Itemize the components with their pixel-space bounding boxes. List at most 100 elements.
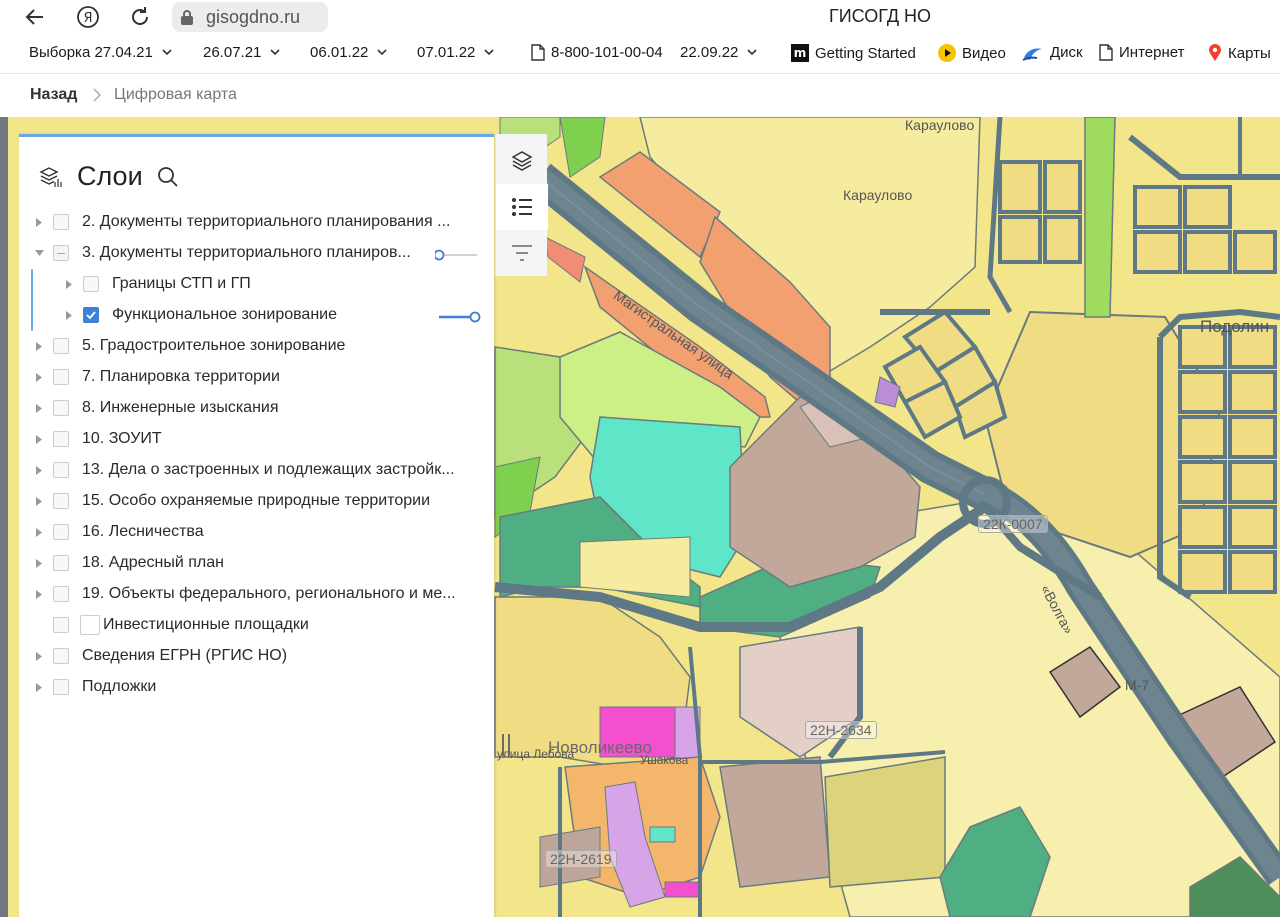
address-bar[interactable]: gisogdno.ru (172, 2, 328, 32)
bookmark-label: 06.01.22 (310, 44, 369, 61)
layer-checkbox[interactable] (83, 276, 99, 292)
bookmark-getting-started[interactable]: m Getting Started (782, 44, 916, 62)
bookmark-label: 8-800-101-00-04 (551, 44, 663, 61)
chevron-down-icon (162, 49, 172, 56)
layer-row[interactable]: 19. Объекты федерального, регионального … (19, 579, 494, 610)
bookmark-internet[interactable]: Интернет (1090, 44, 1184, 61)
svg-text:m: m (794, 46, 807, 60)
layer-checkbox[interactable] (53, 400, 69, 416)
opacity-slider[interactable] (433, 248, 481, 261)
layer-row[interactable]: 7. Планировка территории (19, 362, 494, 393)
bookmark-phone[interactable]: 8-800-101-00-04 (522, 44, 663, 61)
bookmark-label: Getting Started (815, 44, 916, 62)
bookmark-folder-2[interactable]: 26.07.21 (203, 44, 280, 61)
layer-label: Инвестиционные площадки (103, 616, 309, 633)
caret-right-icon[interactable] (34, 589, 44, 599)
layer-checkbox[interactable] (53, 431, 69, 447)
caret-right-icon[interactable] (64, 310, 74, 320)
breadcrumb-current: Цифровая карта (114, 86, 237, 103)
bookmark-label: 22.09.22 (680, 44, 739, 61)
road-badge-22n2634: 22Н-2634 (805, 721, 877, 739)
map-label-ushakova: Ушакова (640, 753, 689, 767)
layer-checkbox[interactable] (83, 307, 99, 323)
svg-text:Я: Я (83, 11, 92, 26)
layer-row[interactable]: Сведения ЕГРН (РГИС НО) (19, 641, 494, 672)
caret-right-icon[interactable] (34, 527, 44, 537)
layer-label: 13. Дела о застроенных и подлежащих заст… (82, 461, 455, 478)
layer-checkbox[interactable] (53, 462, 69, 478)
caret-right-icon[interactable] (34, 341, 44, 351)
panel-header: Слои (39, 161, 179, 192)
bookmark-video[interactable]: Видео (929, 44, 1006, 62)
layer-row[interactable]: 10. ЗОУИТ (19, 424, 494, 455)
layer-row[interactable]: 8. Инженерные изыскания (19, 393, 494, 424)
layer-label: 7. Планировка территории (82, 368, 280, 385)
breadcrumb: Назад Цифровая карта (0, 75, 1280, 117)
layer-row[interactable]: 13. Дела о застроенных и подлежащих заст… (19, 455, 494, 486)
layer-checkbox[interactable] (53, 648, 69, 664)
legend-tab-button[interactable] (496, 184, 548, 230)
caret-down-icon[interactable] (34, 248, 44, 258)
layer-row[interactable]: 2. Документы территориального планирован… (19, 207, 494, 238)
bookmark-label: 26.07.21 (203, 44, 262, 61)
caret-right-icon[interactable] (34, 496, 44, 506)
breadcrumb-back-link[interactable]: Назад (30, 86, 77, 104)
opacity-slider[interactable] (435, 310, 481, 323)
bookmark-disk[interactable]: Диск (1013, 44, 1083, 61)
caret-right-icon[interactable] (64, 279, 74, 289)
chevron-down-icon (747, 49, 757, 56)
layer-checkbox[interactable] (53, 679, 69, 695)
caret-right-icon[interactable] (34, 403, 44, 413)
tree-guide-line (31, 269, 33, 300)
layer-row[interactable]: 16. Лесничества (19, 517, 494, 548)
caret-right-icon[interactable] (34, 558, 44, 568)
layers-tab-button[interactable] (496, 138, 548, 184)
map-label-m7: М-7 (1125, 677, 1150, 693)
road-badge-22n2619: 22Н-2619 (545, 850, 617, 868)
caret-right-icon[interactable] (34, 682, 44, 692)
layer-row[interactable]: Подложки (19, 672, 494, 703)
layer-row[interactable]: Границы СТП и ГП (19, 269, 494, 300)
layer-row[interactable]: 15. Особо охраняемые природные территори… (19, 486, 494, 517)
layer-row[interactable]: 5. Градостроительное зонирование (19, 331, 494, 362)
caret-right-icon[interactable] (34, 217, 44, 227)
yandex-logo-icon[interactable]: Я (73, 2, 103, 32)
layer-label: Подложки (82, 678, 157, 695)
search-icon[interactable] (157, 166, 179, 188)
layers-settings-icon[interactable] (39, 165, 63, 189)
layer-checkbox[interactable] (53, 493, 69, 509)
caret-right-icon[interactable] (34, 651, 44, 661)
layer-checkbox[interactable] (53, 524, 69, 540)
bookmark-maps[interactable]: Карты (1199, 44, 1271, 62)
layer-checkbox[interactable] (53, 214, 69, 230)
bookmark-folder-5[interactable]: 22.09.22 (680, 44, 757, 61)
m-logo-icon: m (782, 44, 809, 62)
layer-checkbox[interactable] (53, 617, 69, 633)
panel-title: Слои (77, 161, 143, 191)
layer-checkbox[interactable] (53, 586, 69, 602)
layer-label: 5. Градостроительное зонирование (82, 337, 346, 354)
panel-resize-handle[interactable] (502, 734, 510, 756)
bookmark-folder-4[interactable]: 07.01.22 (417, 44, 494, 61)
layer-checkbox[interactable] (53, 555, 69, 571)
map-label-karaulovo-2: Караулово (843, 187, 913, 203)
layer-row[interactable]: 18. Адресный план (19, 548, 494, 579)
caret-right-icon[interactable] (34, 434, 44, 444)
caret-right-icon[interactable] (34, 465, 44, 475)
tree-guide-line (31, 300, 33, 331)
road-badge-22k0007: 22К-0007 (978, 515, 1048, 533)
caret-right-icon[interactable] (34, 372, 44, 382)
layer-checkbox[interactable] (53, 369, 69, 385)
bookmark-folder-1[interactable]: Выборка 27.04.21 (29, 44, 172, 61)
layer-row[interactable]: 3. Документы территориального планиров..… (19, 238, 494, 269)
bookmark-folder-3[interactable]: 06.01.22 (310, 44, 387, 61)
chevron-down-icon (270, 49, 280, 56)
back-arrow-icon[interactable] (20, 2, 50, 32)
layer-row[interactable]: Функциональное зонирование (19, 300, 494, 331)
layer-row[interactable]: Инвестиционные площадки (19, 610, 494, 641)
reload-icon[interactable] (125, 2, 155, 32)
layer-label: 19. Объекты федерального, регионального … (82, 585, 456, 602)
layer-checkbox[interactable] (53, 245, 69, 261)
filter-tab-button[interactable] (496, 230, 548, 276)
layer-checkbox[interactable] (53, 338, 69, 354)
